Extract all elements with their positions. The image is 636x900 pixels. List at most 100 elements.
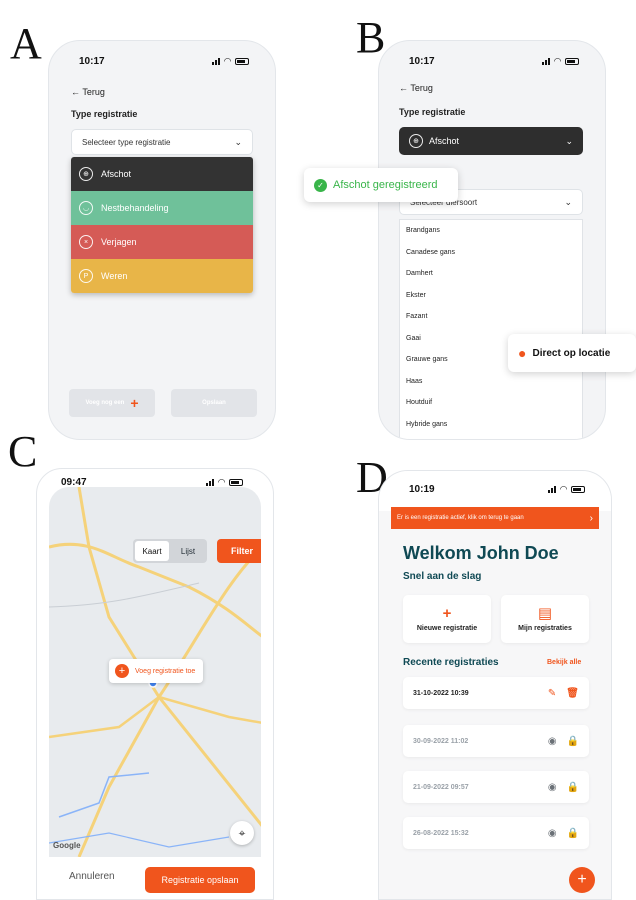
chevron-down-icon: ⌄ <box>565 135 573 146</box>
signal-icon <box>212 57 221 65</box>
x-marker-icon: × <box>79 235 93 249</box>
species-item[interactable]: Fazant <box>400 306 582 328</box>
add-another-label: Voeg nog een <box>85 400 125 406</box>
wifi-icon: ◠ <box>554 55 561 66</box>
trash-icon[interactable]: 🗑 <box>566 688 579 699</box>
map-view[interactable]: Kaart Lijst Filter + Voeg registratie to… <box>49 487 261 857</box>
species-item[interactable]: Haas <box>400 371 582 393</box>
option-label: Nestbehandeling <box>101 203 169 213</box>
locate-icon[interactable]: ⌖ <box>230 821 254 845</box>
status-bar: 10:17 ◠ <box>379 41 605 81</box>
add-another-button[interactable]: Voeg nog een + <box>69 389 155 417</box>
back-link[interactable]: ← Terug <box>399 83 433 93</box>
species-item[interactable]: Canadese gans <box>400 242 582 264</box>
view-all-link[interactable]: Bekijk alle <box>547 659 581 666</box>
pencil-icon[interactable]: ✎ <box>548 688 556 699</box>
battery-icon <box>571 485 585 493</box>
option-verjagen[interactable]: × Verjagen <box>71 225 253 259</box>
registration-date: 31-10-2022 10:39 <box>413 689 469 697</box>
my-registrations-label: Mijn registraties <box>518 625 572 632</box>
cancel-button[interactable]: Annuleren <box>69 871 115 882</box>
status-bar: 10:17 ◠ <box>49 41 275 81</box>
registration-row[interactable]: 30-09-2022 11:02 ◉ 🔒 <box>403 725 589 757</box>
recent-heading: Recente registraties <box>403 657 499 668</box>
new-registration-label: Nieuwe registratie <box>416 625 478 632</box>
crosshair-icon: ⊕ <box>79 167 93 181</box>
type-select[interactable]: Selecteer type registratie ⌄ <box>71 129 253 155</box>
lock-icon: 🔒 <box>566 781 579 793</box>
species-item[interactable]: Brandgans <box>400 220 582 242</box>
status-time: 10:17 <box>79 55 105 67</box>
location-pin-icon: ● <box>518 345 527 361</box>
battery-icon <box>235 57 249 65</box>
species-list: Brandgans Canadese gans Damhert Ekster F… <box>399 219 583 439</box>
tab-lijst[interactable]: Lijst <box>171 541 205 561</box>
chevron-down-icon: ⌄ <box>234 136 242 147</box>
clipboard-icon: ▤ <box>537 605 553 622</box>
my-registrations-button[interactable]: ▤ Mijn registraties <box>501 595 589 643</box>
selected-type-label: Afschot <box>429 136 460 146</box>
success-toast: ✓ Afschot geregistreerd <box>304 168 458 202</box>
phone-screen-b: 10:17 ◠ ← Terug Type registratie ⊕ Afscho… <box>378 40 606 440</box>
status-time: 10:19 <box>409 483 435 495</box>
p-marker-icon: P <box>79 269 93 283</box>
registration-row[interactable]: 26-08-2022 15:32 ◉ 🔒 <box>403 817 589 849</box>
species-item[interactable]: Houtduif <box>400 392 582 414</box>
location-text: Direct op locatie <box>532 347 611 359</box>
option-afschot[interactable]: ⊕ Afschot <box>71 157 253 191</box>
option-weren[interactable]: P Weren <box>71 259 253 293</box>
select-placeholder: Selecteer type registratie <box>82 137 171 147</box>
tab-kaart[interactable]: Kaart <box>135 541 169 561</box>
wifi-icon: ◠ <box>218 476 225 487</box>
back-link[interactable]: ← Terug <box>71 87 105 97</box>
battery-icon <box>229 478 243 486</box>
view-toggle: Kaart Lijst <box>133 539 207 563</box>
signal-icon <box>542 57 551 65</box>
species-item[interactable]: Hybride gans <box>400 414 582 436</box>
wifi-icon: ◠ <box>560 483 567 494</box>
welcome-title: Welkom John Doe <box>403 543 559 563</box>
status-time: 10:17 <box>409 55 435 67</box>
panel-label-c: C <box>8 427 38 476</box>
status-bar: 09:47 ◠ <box>37 469 273 495</box>
species-item[interactable]: Damhert <box>400 263 582 285</box>
option-label: Weren <box>101 271 128 281</box>
eye-icon[interactable]: ◉ <box>548 782 557 793</box>
add-registration-pill[interactable]: + Voeg registratie toe <box>109 659 204 683</box>
lock-icon: 🔒 <box>566 827 579 839</box>
chevron-right-icon: › <box>589 512 593 524</box>
registration-row[interactable]: 31-10-2022 10:39 ✎ 🗑 <box>403 677 589 709</box>
registration-date: 30-09-2022 11:02 <box>413 737 469 745</box>
eye-icon[interactable]: ◉ <box>548 736 557 747</box>
registration-date: 26-08-2022 15:32 <box>413 829 469 837</box>
signal-icon <box>206 478 215 486</box>
banner-text: Er is een registratie actief, klik om te… <box>397 515 524 521</box>
field-label-type: Type registratie <box>399 107 466 117</box>
save-button[interactable]: Opslaan <box>171 389 257 417</box>
plus-icon: + <box>442 605 452 622</box>
active-registration-banner[interactable]: Er is een registratie actief, klik om te… <box>391 507 599 529</box>
nest-icon: ◡ <box>79 201 93 215</box>
species-item[interactable]: Ekster <box>400 285 582 307</box>
location-badge: ● Direct op locatie <box>508 334 636 372</box>
type-select-selected[interactable]: ⊕ Afschot ⌄ <box>399 127 583 155</box>
option-nestbehandeling[interactable]: ◡ Nestbehandeling <box>71 191 253 225</box>
plus-icon: + <box>115 664 129 678</box>
add-registration-label: Voeg registratie toe <box>135 667 196 675</box>
google-logo: Google <box>53 841 81 850</box>
eye-icon[interactable]: ◉ <box>548 828 557 839</box>
phone-screen-d: 10:19 ◠ Er is een registratie actief, kl… <box>378 470 612 900</box>
type-dropdown: ⊕ Afschot ◡ Nestbehandeling × Verjagen P Wer… <box>71 157 253 293</box>
check-icon: ✓ <box>314 178 327 192</box>
save-registration-button[interactable]: Registratie opslaan <box>145 867 255 893</box>
filter-button[interactable]: Filter <box>217 539 261 563</box>
registration-date: 21-09-2022 09:57 <box>413 783 469 791</box>
option-label: Verjagen <box>101 237 137 247</box>
signal-icon <box>548 485 557 493</box>
add-fab-button[interactable]: + <box>569 867 595 893</box>
status-time: 09:47 <box>61 476 87 488</box>
battery-icon <box>565 57 579 65</box>
new-registration-button[interactable]: + Nieuwe registratie <box>403 595 491 643</box>
registration-row[interactable]: 21-09-2022 09:57 ◉ 🔒 <box>403 771 589 803</box>
toast-success-text: Afschot geregistreerd <box>333 179 438 191</box>
